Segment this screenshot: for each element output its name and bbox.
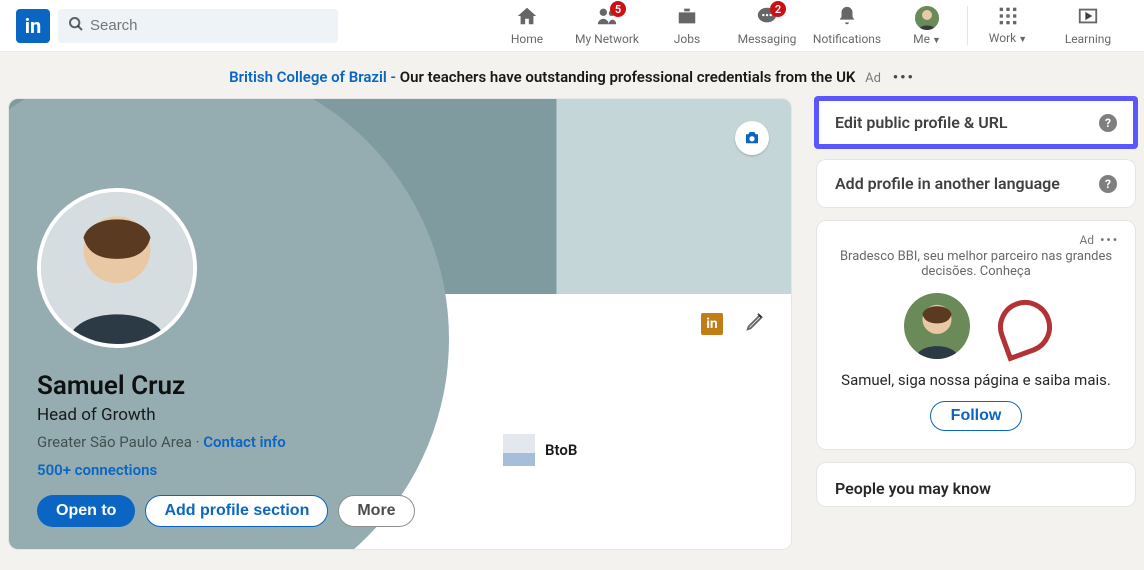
profile-card: in Samuel Cruz Head of Growth Greater Sã… [8,98,792,550]
add-language-profile-link[interactable]: Add profile in another language ? [816,159,1136,208]
sponsor-ad-label: Ad [1079,233,1094,247]
nav-learning-label: Learning [1065,32,1111,46]
edit-public-profile-link[interactable]: Edit public profile & URL ? [816,98,1136,147]
nav-jobs-label: Jobs [674,32,700,46]
nav-jobs[interactable]: Jobs [647,0,727,51]
nav-messaging-label: Messaging [738,32,797,46]
sponsor-company-logo [996,300,1048,352]
add-language-profile-label: Add profile in another language [835,174,1060,193]
sponsor-line: Samuel, siga nossa página e saiba mais. [833,371,1119,389]
nav-work-label: Work▼ [989,31,1027,45]
nav-work[interactable]: Work▼ [968,0,1048,51]
nav-items: Home 5 My Network Jobs 2 Messaging Notif… [487,0,1128,51]
follow-button[interactable]: Follow [930,401,1023,431]
nav-me-label: Me▼ [913,32,941,46]
ad-label: Ad [865,71,881,86]
camera-icon [743,129,761,147]
help-icon[interactable]: ? [1099,114,1117,132]
profile-text: Samuel Cruz Head of Growth Greater São P… [37,370,463,527]
current-company[interactable]: BtoB [503,374,763,527]
sponsor-card: Ad ••• Bradesco BBI, seu melhor parceiro… [816,220,1136,450]
linkedin-logo[interactable]: in [16,9,50,43]
content: in Samuel Cruz Head of Growth Greater Sã… [0,98,1144,570]
connections-link[interactable]: 500+ connections [37,461,463,479]
home-icon [516,5,538,30]
left-column: in Samuel Cruz Head of Growth Greater Sã… [8,98,792,550]
open-to-button[interactable]: Open to [37,495,135,527]
edit-profile-button[interactable] [745,310,767,338]
top-ad-bar: British College of Brazil - Our teachers… [0,52,1144,98]
contact-info-link[interactable]: Contact info [203,433,285,451]
nav-notifications-label: Notifications [813,32,881,46]
right-column: Edit public profile & URL ? Add profile … [816,98,1136,550]
nav-network[interactable]: 5 My Network [567,0,647,51]
me-avatar [915,6,939,30]
sponsor-top: Ad ••• [833,233,1119,247]
jobs-icon [676,5,698,30]
messaging-badge: 2 [770,1,786,17]
more-button[interactable]: More [338,495,414,527]
nav-messaging[interactable]: 2 Messaging [727,0,807,51]
ad-college-link[interactable]: British College of Brazil - [229,68,400,86]
caret-down-icon: ▼ [1018,35,1027,45]
profile-location: Greater São Paulo Area [37,433,192,451]
search-box[interactable] [58,9,338,43]
ad-tagline: Our teachers have outstanding profession… [400,68,856,86]
network-badge: 5 [610,1,626,17]
add-profile-section-button[interactable]: Add profile section [145,495,328,527]
nav-left: in [16,9,338,43]
edit-public-profile-label: Edit public profile & URL [835,113,1008,132]
nav-home[interactable]: Home [487,0,567,51]
sponsor-images [833,293,1119,359]
search-icon [68,16,84,36]
bell-icon [836,5,858,30]
nav-learning[interactable]: Learning [1048,0,1128,51]
nav-me[interactable]: Me▼ [887,0,967,51]
caret-down-icon: ▼ [932,36,941,46]
profile-name: Samuel Cruz [37,370,463,403]
messaging-icon: 2 [756,5,778,30]
top-nav: in Home 5 My Network Jobs 2 [0,0,1144,52]
profile-location-line: Greater São Paulo Area · Contact info [37,433,463,451]
nav-network-label: My Network [575,32,639,46]
edit-banner-button[interactable] [735,121,769,155]
help-icon[interactable]: ? [1099,175,1117,193]
pencil-icon [745,310,767,332]
people-you-may-know-card: People you may know [816,462,1136,507]
nav-notifications[interactable]: Notifications [807,0,887,51]
people-heading: People you may know [835,479,991,498]
network-icon: 5 [596,5,618,30]
profile-buttons: Open to Add profile section More [37,495,463,527]
apps-icon [998,6,1018,29]
learning-icon [1077,5,1099,30]
profile-top-icons: in [701,310,767,338]
profile-main: Samuel Cruz Head of Growth Greater São P… [37,370,763,527]
profile-body: in Samuel Cruz Head of Growth Greater Sã… [9,294,791,549]
ad-menu-dots[interactable]: ••• [893,68,915,86]
profile-avatar[interactable] [37,188,197,348]
profile-headline: Head of Growth [37,405,463,425]
sponsor-menu-dots[interactable]: ••• [1100,233,1119,247]
company-name: BtoB [545,441,577,459]
search-input[interactable] [90,17,328,34]
company-logo [503,434,535,466]
sponsor-user-avatar [904,293,970,359]
linkedin-badge-icon[interactable]: in [701,313,723,335]
sponsor-text: Bradesco BBI, seu melhor parceiro nas gr… [833,249,1119,279]
nav-home-label: Home [511,32,543,46]
